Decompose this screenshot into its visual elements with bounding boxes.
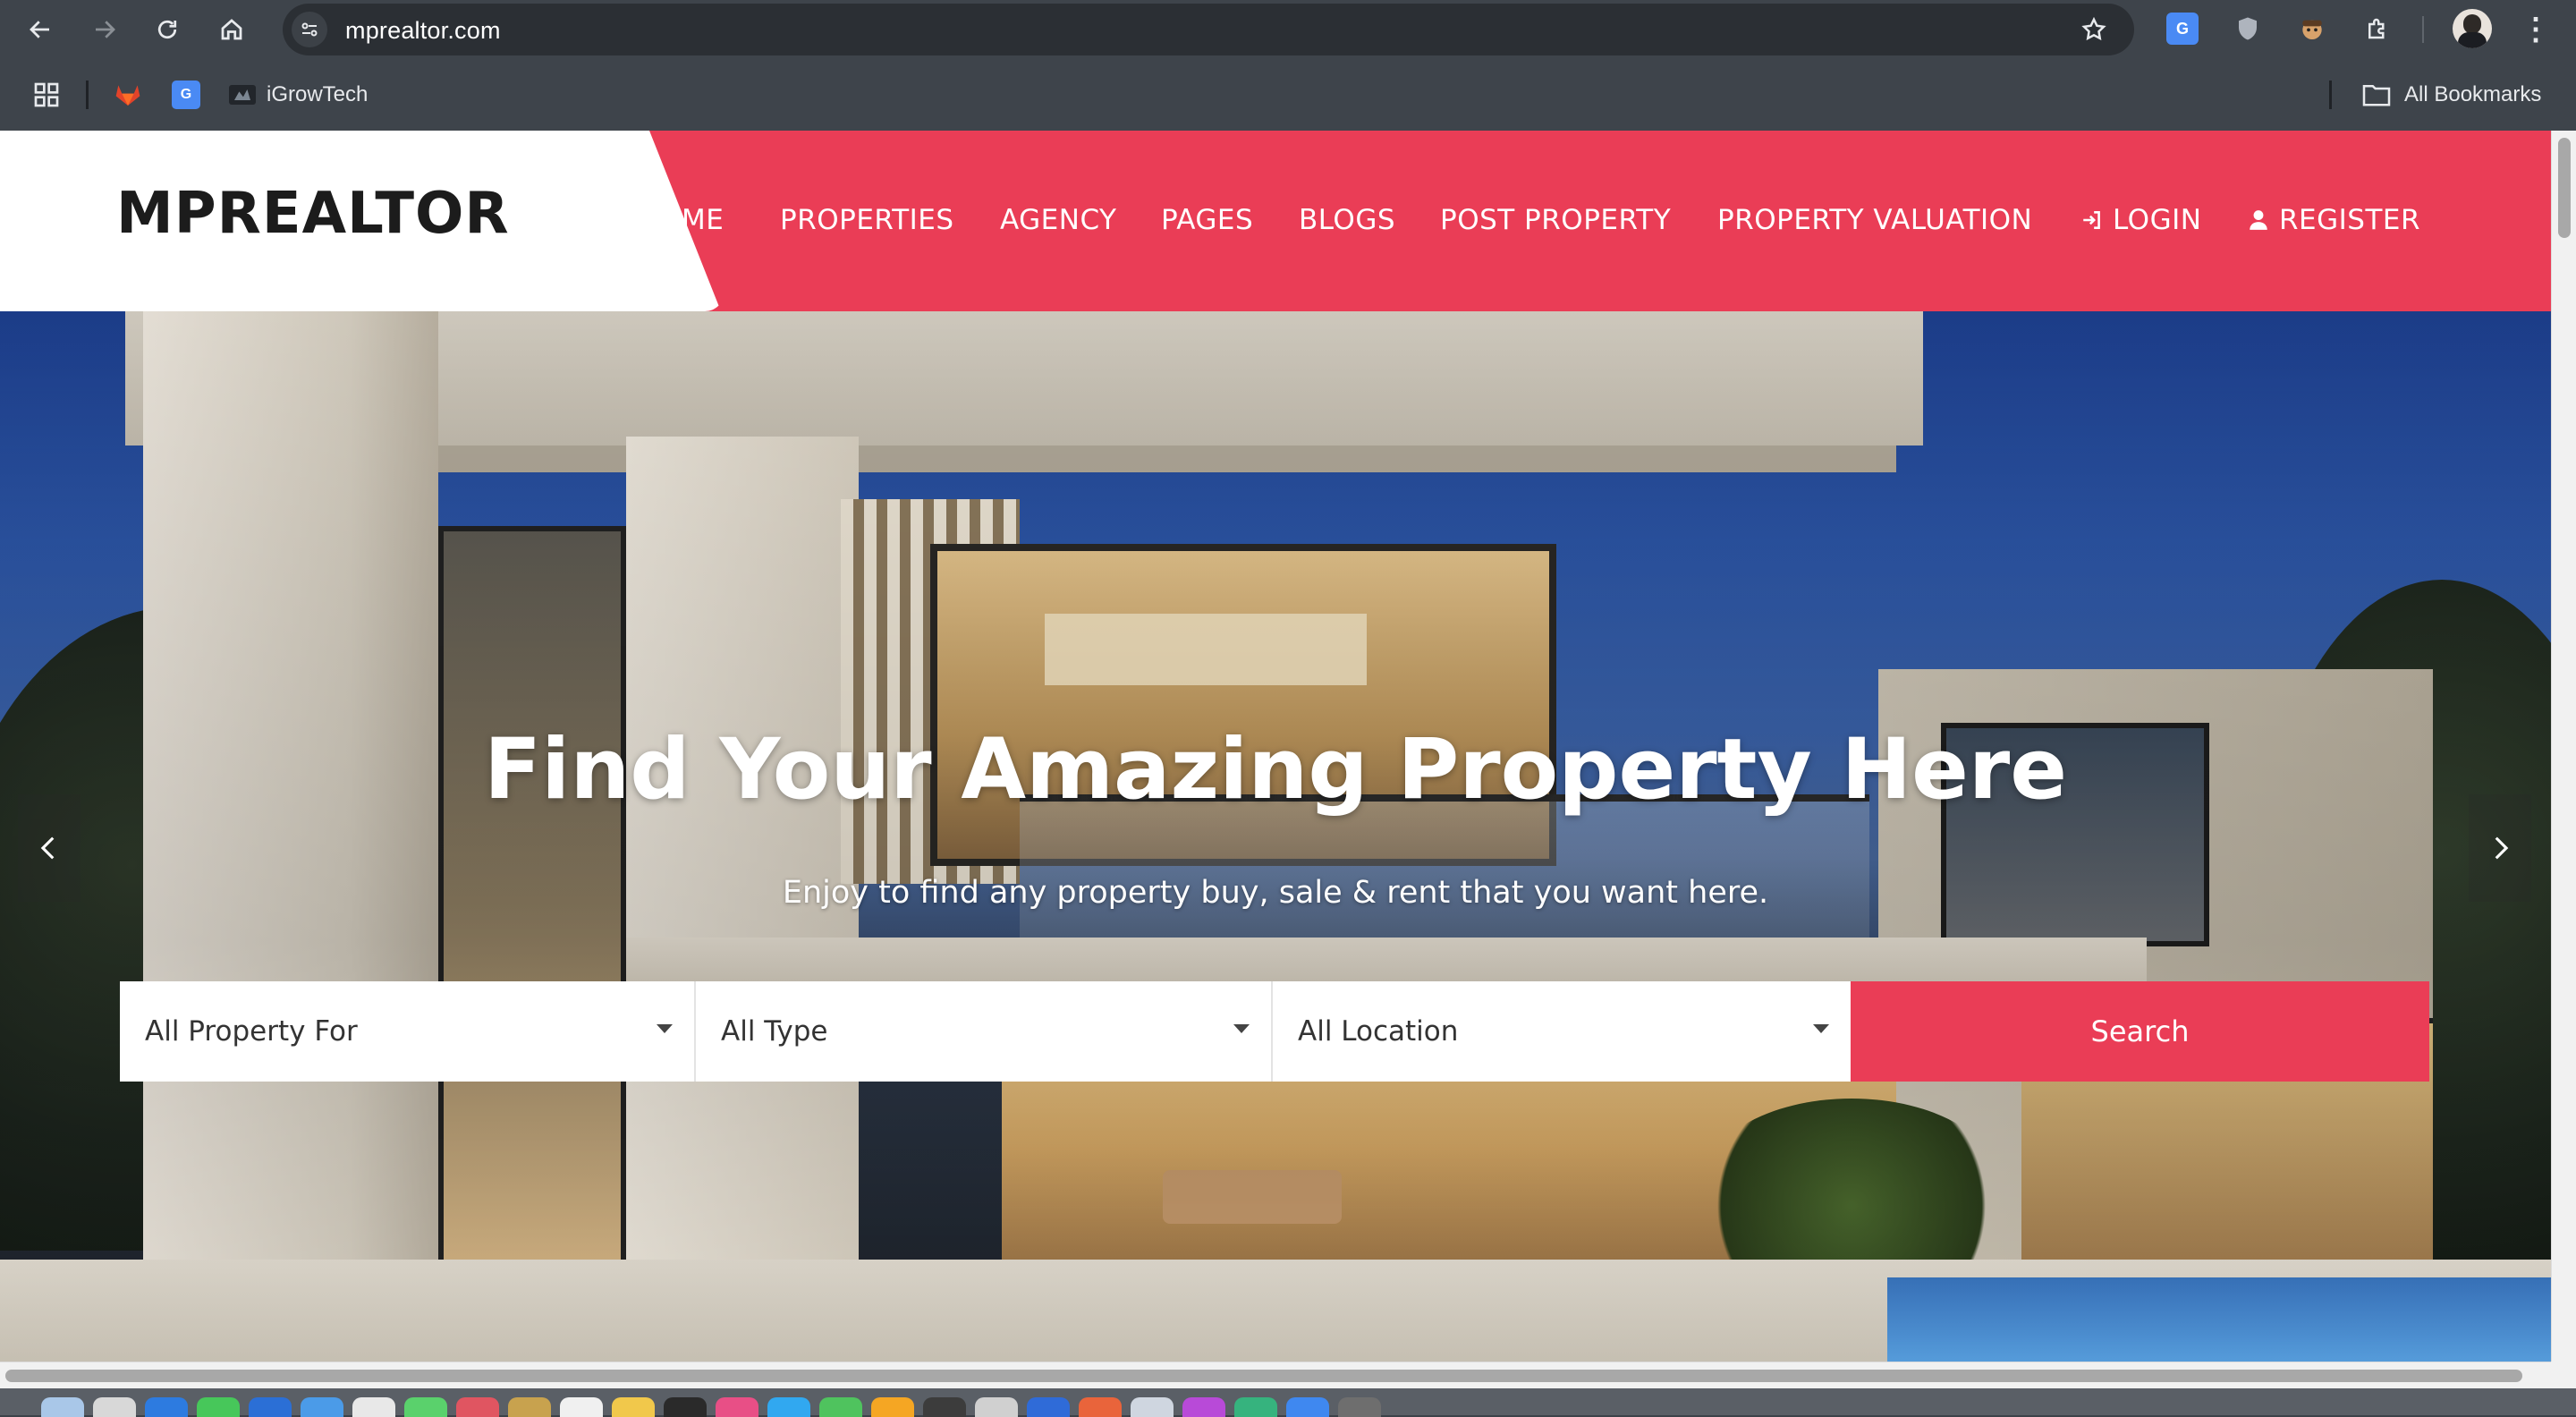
nav-blogs[interactable]: BLOGS xyxy=(1299,204,1395,236)
hero-background-image xyxy=(0,311,2551,1362)
gitlab-fox-icon[interactable] xyxy=(113,81,143,109)
nav-pages[interactable]: PAGES xyxy=(1161,204,1253,236)
bookmarks-divider-right xyxy=(2329,81,2332,109)
nav-property-valuation[interactable]: PROPERTY VALUATION xyxy=(1717,204,2032,236)
browser-menu-icon[interactable]: ⋮ xyxy=(2521,13,2551,47)
apps-grid-icon[interactable] xyxy=(32,81,61,109)
property-for-select[interactable]: All Property For xyxy=(120,981,696,1082)
nav-properties[interactable]: PROPERTIES xyxy=(780,204,954,236)
page-viewport: ME PROPERTIES AGENCY PAGES BLOGS POST PR… xyxy=(0,131,2551,1362)
logo-panel: MPREALTOR xyxy=(0,131,721,311)
back-button[interactable] xyxy=(23,13,57,47)
chevron-right-icon xyxy=(2495,836,2509,860)
location-select[interactable]: All Location xyxy=(1273,981,1851,1082)
site-logo[interactable]: MPREALTOR xyxy=(116,181,510,247)
property-type-select[interactable]: All Type xyxy=(696,981,1273,1082)
property-search-form: All Property For All Type All Location S… xyxy=(120,981,2429,1082)
igrowtech-favicon-icon xyxy=(229,85,256,105)
vertical-scrollbar[interactable] xyxy=(2551,131,2576,1362)
nav-agency[interactable]: AGENCY xyxy=(1000,204,1117,236)
address-bar[interactable]: mprealtor.com xyxy=(283,4,2134,55)
slider-next-button[interactable] xyxy=(2469,794,2531,902)
site-header: ME PROPERTIES AGENCY PAGES BLOGS POST PR… xyxy=(0,131,2551,311)
translate-bookmark-icon[interactable]: G xyxy=(172,81,200,109)
bookmarks-divider xyxy=(86,81,89,109)
horizontal-scrollbar[interactable] xyxy=(0,1362,2551,1388)
hero-title: Find Your Amazing Property Here xyxy=(483,721,2068,819)
hero-subtitle: Enjoy to find any property buy, sale & r… xyxy=(782,875,1769,911)
caret-down-icon xyxy=(1233,1024,1250,1033)
site-info-icon[interactable] xyxy=(292,12,327,47)
slider-prev-button[interactable] xyxy=(18,794,80,902)
sign-in-icon xyxy=(2083,211,2100,229)
bookmarks-bar: G iGrowTech All Bookmarks xyxy=(0,70,2576,120)
bookmark-star-icon[interactable] xyxy=(2080,16,2107,43)
extensions-puzzle-icon[interactable] xyxy=(2361,13,2394,45)
nav-login[interactable]: LOGIN xyxy=(2080,204,2201,236)
search-button[interactable]: Search xyxy=(1851,981,2429,1082)
browser-toolbar: mprealtor.com G ⋮ xyxy=(0,0,2576,59)
browser-chrome: mprealtor.com G ⋮ G iGrowTech All Bookma… xyxy=(0,0,2576,131)
caret-down-icon xyxy=(657,1024,673,1033)
url-text[interactable]: mprealtor.com xyxy=(345,17,501,45)
home-button[interactable] xyxy=(215,13,249,47)
translate-extension-icon[interactable]: G xyxy=(2166,13,2199,45)
reload-button[interactable] xyxy=(150,13,184,47)
toolbar-divider xyxy=(2422,16,2424,43)
shield-extension-icon[interactable] xyxy=(2232,13,2264,45)
chevron-left-icon xyxy=(40,836,55,860)
profile-avatar[interactable] xyxy=(2453,9,2492,48)
os-dock xyxy=(0,1388,2576,1417)
bookmark-igrowtech[interactable]: iGrowTech xyxy=(229,79,368,111)
nav-register[interactable]: REGISTER xyxy=(2247,204,2420,236)
user-icon xyxy=(2250,210,2267,230)
caret-down-icon xyxy=(1813,1024,1829,1033)
character-extension-icon[interactable] xyxy=(2296,13,2328,45)
forward-button[interactable] xyxy=(88,13,122,47)
all-bookmarks-button[interactable]: All Bookmarks xyxy=(2361,79,2541,111)
nav-post-property[interactable]: POST PROPERTY xyxy=(1440,204,1671,236)
